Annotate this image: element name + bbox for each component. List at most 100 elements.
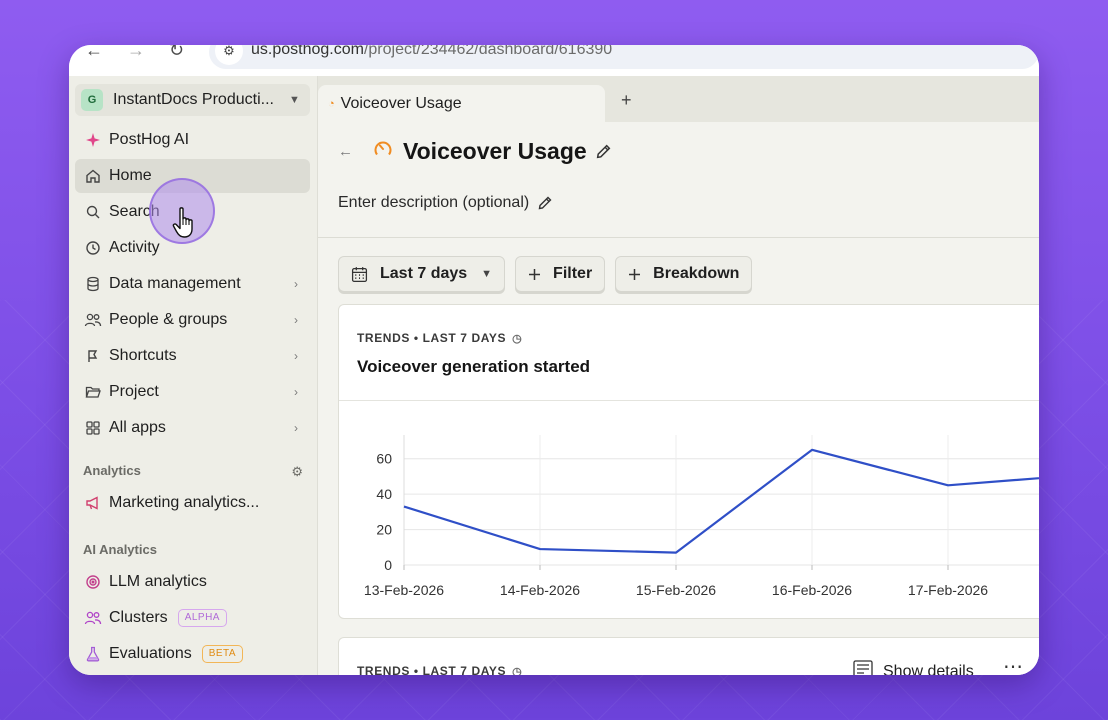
gauge-icon: ◔ [328, 97, 335, 110]
beta-badge: BETA [201, 645, 244, 663]
sparkle-icon [83, 132, 103, 148]
sidebar-item-clusters[interactable]: Clusters ALPHA [75, 601, 310, 635]
sidebar-item-label: Activity [109, 239, 160, 256]
description-row[interactable]: Enter description (optional) [338, 194, 553, 212]
more-options-icon[interactable]: ⋯ [1003, 654, 1024, 675]
date-range-button[interactable]: Last 7 days ▼ [338, 256, 506, 292]
browser-window: ← → ↻ ⚙ us.posthog.com/project/234462/da… [69, 45, 1039, 675]
clock-icon: ◷ [512, 332, 523, 345]
y-tick-label: 20 [376, 522, 392, 538]
url-host: us.posthog.com [251, 45, 364, 58]
forward-arrow-icon[interactable]: → [127, 45, 145, 61]
tab-label: Voiceover Usage [340, 94, 462, 112]
clock-icon [83, 240, 103, 256]
filter-label: Filter [553, 265, 593, 282]
description-placeholder[interactable]: Enter description (optional) [338, 194, 529, 212]
filter-button[interactable]: Filter [515, 256, 606, 292]
breakdown-label: Breakdown [653, 265, 740, 282]
sidebar-item-llm-analytics[interactable]: LLM analytics [75, 565, 310, 599]
chevron-right-icon: › [294, 277, 298, 291]
tab-voiceover-usage[interactable]: ◔ Voiceover Usage [318, 85, 605, 122]
page-title: Voiceover Usage [403, 138, 587, 164]
sidebar-item-label: LLM analytics [109, 573, 207, 590]
chevron-down-icon: ▼ [481, 268, 493, 280]
sidebar-item-all-apps[interactable]: All apps › [75, 411, 310, 445]
sidebar-item-people-groups[interactable]: People & groups › [75, 303, 310, 337]
dashboard-toolbar: Last 7 days ▼ Filter Breakdown [338, 256, 753, 292]
chevron-right-icon: › [294, 313, 298, 327]
sidebar-item-evaluations[interactable]: Evaluations BETA [75, 637, 310, 671]
sidebar-item-label: Home [109, 167, 152, 184]
edit-title-pencil-icon[interactable] [595, 143, 612, 160]
main-panel: ◔ Voiceover Usage + ← Voiceover Usage En… [318, 76, 1039, 675]
sidebar-item-label: Shortcuts [109, 347, 177, 364]
llm-icon [83, 574, 103, 590]
x-tick-label: 14-Feb-2026 [500, 582, 580, 598]
calendar-icon [351, 266, 368, 283]
y-tick-label: 0 [384, 557, 392, 573]
sidebar-item-label: All apps [109, 419, 166, 436]
browser-toolbar: ← → ↻ ⚙ us.posthog.com/project/234462/da… [69, 45, 1039, 76]
org-avatar: G [81, 89, 103, 111]
sidebar-item-data-management[interactable]: Data management › [75, 267, 310, 301]
y-tick-label: 60 [376, 451, 392, 467]
new-tab-plus-icon[interactable]: + [621, 90, 632, 111]
chevron-right-icon: › [294, 385, 298, 399]
url-text: us.posthog.com/project/234462/dashboard/… [251, 45, 612, 59]
card-kicker: TRENDS • LAST 7 DAYS ◷ [357, 331, 522, 345]
header-divider [318, 237, 1039, 238]
x-tick-label: 17-Feb-2026 [908, 582, 988, 598]
sidebar-item-posthog-ai[interactable]: PostHog AI [75, 123, 310, 157]
gear-icon[interactable]: ⚙ [291, 464, 303, 480]
dashboard-gauge-icon [373, 139, 393, 164]
y-tick-label: 40 [376, 486, 392, 502]
line-chart[interactable]: 0 20 40 60 13-Feb-2026 14-Feb-2026 15-Feb-2026… [339, 401, 1039, 619]
alpha-badge: ALPHA [177, 609, 227, 627]
sidebar-item-label: Clusters [109, 609, 168, 626]
section-title-analytics: Analytics [83, 463, 141, 478]
back-arrow-icon[interactable]: ← [338, 143, 353, 160]
sidebar-item-label: Data management [109, 275, 241, 292]
shortcut-icon [83, 348, 103, 364]
series-line [403, 448, 1039, 554]
org-switcher[interactable]: G InstantDocs Producti... ▼ [75, 84, 310, 116]
show-details-button[interactable]: Show details [853, 660, 974, 675]
chevron-right-icon: › [294, 349, 298, 363]
home-icon [83, 168, 103, 184]
plus-icon [628, 268, 641, 281]
tab-bar: ◔ Voiceover Usage + [318, 76, 1039, 122]
sidebar-item-marketing-analytics[interactable]: Marketing analytics... [75, 486, 310, 520]
grid-icon [83, 420, 103, 436]
insight-card: TRENDS • LAST 7 DAYS ◷ Voiceover generat… [338, 304, 1039, 619]
card-kicker-text: TRENDS • LAST 7 DAYS [357, 331, 507, 345]
x-tick-label: 15-Feb-2026 [636, 582, 716, 598]
date-range-label: Last 7 days [380, 265, 468, 282]
reload-icon[interactable]: ↻ [169, 45, 184, 61]
breakdown-button[interactable]: Breakdown [615, 256, 753, 292]
edit-description-pencil-icon[interactable] [537, 195, 553, 211]
card-kicker-text: TRENDS • LAST 7 DAYS [357, 664, 507, 675]
sidebar-item-label: People & groups [109, 311, 228, 328]
clusters-icon [83, 610, 103, 626]
sidebar-item-label: Project [109, 383, 159, 400]
megaphone-icon [83, 495, 103, 511]
url-path: /project/234462/dashboard/616390 [363, 45, 613, 58]
clock-icon: ◷ [512, 665, 523, 676]
dashboard-header: ← Voiceover Usage [338, 138, 612, 165]
sidebar-item-label: Evaluations [109, 645, 192, 662]
folder-icon [83, 384, 103, 400]
address-bar[interactable]: ⚙ us.posthog.com/project/234462/dashboar… [209, 45, 1039, 69]
sidebar-item-project[interactable]: Project › [75, 375, 310, 409]
site-settings-icon[interactable]: ⚙ [215, 45, 243, 65]
sidebar-item-shortcuts[interactable]: Shortcuts › [75, 339, 310, 373]
flask-icon [83, 646, 103, 662]
sidebar: G InstantDocs Producti... ▼ PostHog AI H… [69, 76, 318, 675]
card-kicker: TRENDS • LAST 7 DAYS ◷ [357, 664, 522, 675]
insight-card: TRENDS • LAST 7 DAYS ◷ Show details ⋯ [338, 637, 1039, 675]
plus-icon [528, 268, 541, 281]
card-title[interactable]: Voiceover generation started [357, 357, 590, 377]
chevron-right-icon: › [294, 421, 298, 435]
sidebar-item-label: Marketing analytics... [109, 494, 260, 511]
org-name: InstantDocs Producti... [113, 91, 274, 108]
back-arrow-icon[interactable]: ← [85, 45, 103, 61]
